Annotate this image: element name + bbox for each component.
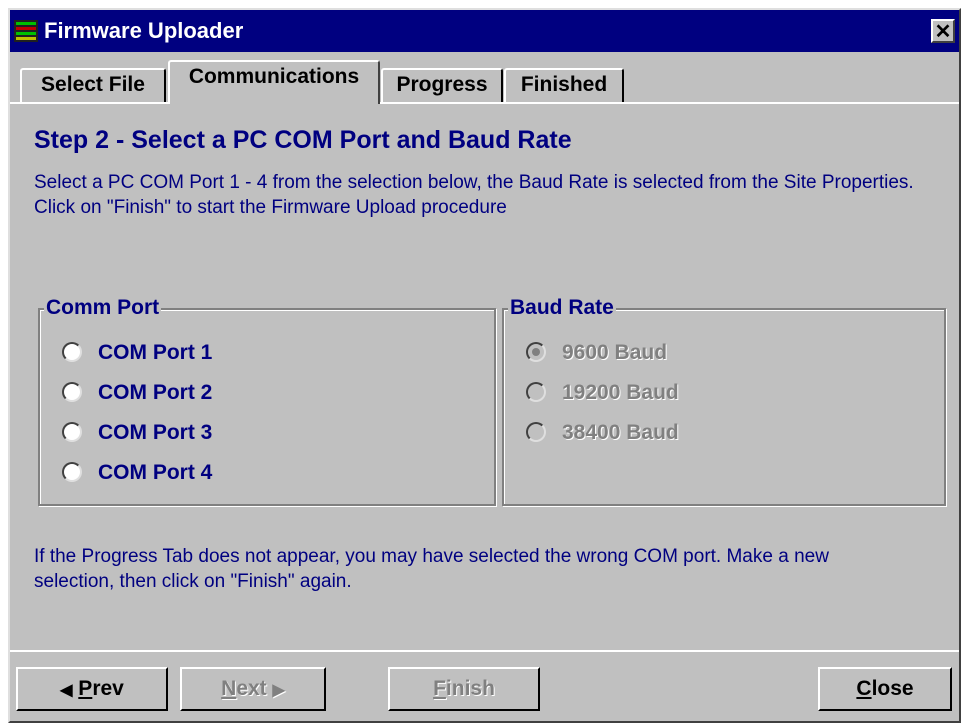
tab-strip: Select File Communications Progress Fini… <box>10 58 959 104</box>
radio-button-selected-icon <box>526 342 546 362</box>
radio-button-icon[interactable] <box>62 342 82 362</box>
close-mnemonic: C <box>856 677 872 700</box>
tab-select-file[interactable]: Select File <box>20 68 166 102</box>
firmware-uploader-window: Firmware Uploader ✕ Select File Communic… <box>8 8 961 723</box>
finish-mnemonic: F <box>433 677 446 700</box>
comm-port-group: Comm Port COM Port 1 COM Port 2 COM Port… <box>38 296 496 506</box>
step-description: Select a PC COM Port 1 - 4 from the sele… <box>34 172 914 218</box>
help-note: If the Progress Tab does not appear, you… <box>34 546 829 592</box>
close-icon[interactable]: ✕ <box>931 19 955 43</box>
radio-button-icon <box>526 422 546 442</box>
tab-finished[interactable]: Finished <box>504 68 624 102</box>
prev-button[interactable]: ◀ Prev <box>16 667 168 711</box>
radio-label: COM Port 3 <box>98 421 213 444</box>
comm-port-group-label: Comm Port <box>44 296 162 320</box>
tab-progress[interactable]: Progress <box>381 68 503 102</box>
next-button: Next ▶ <box>180 667 326 711</box>
radio-label: COM Port 2 <box>98 381 213 404</box>
radio-label: 19200 Baud <box>562 381 679 404</box>
baud-rate-group: Baud Rate 9600 Baud 19200 Baud 38400 Bau… <box>502 296 946 506</box>
prev-label-rest: rev <box>92 677 124 700</box>
left-arrow-icon: ◀ <box>60 682 73 699</box>
communications-panel: Step 2 - Select a PC COM Port and Baud R… <box>10 102 959 650</box>
close-label-rest: lose <box>871 677 914 700</box>
finish-label-rest: inish <box>445 677 495 700</box>
radio-label: 9600 Baud <box>562 341 668 364</box>
footer-divider <box>10 650 959 652</box>
radio-label: COM Port 1 <box>98 341 213 364</box>
baud-rate-group-label: Baud Rate <box>508 296 616 320</box>
radio-label: 38400 Baud <box>562 421 679 444</box>
app-icon <box>14 20 38 42</box>
next-mnemonic: N <box>221 677 237 700</box>
radio-label: COM Port 4 <box>98 461 213 484</box>
radio-button-icon[interactable] <box>62 422 82 442</box>
right-arrow-icon: ▶ <box>272 682 285 699</box>
radio-button-icon[interactable] <box>62 382 82 402</box>
window-title: Firmware Uploader <box>44 18 244 43</box>
title-bar[interactable]: Firmware Uploader ✕ <box>10 10 959 52</box>
next-label-rest: ext <box>236 677 267 700</box>
tab-communications[interactable]: Communications <box>168 60 380 104</box>
finish-button: Finish <box>388 667 540 711</box>
radio-button-icon <box>526 382 546 402</box>
prev-mnemonic: P <box>78 677 93 700</box>
close-button[interactable]: Close <box>818 667 952 711</box>
step-title: Step 2 - Select a PC COM Port and Baud R… <box>34 126 572 154</box>
radio-button-icon[interactable] <box>62 462 82 482</box>
